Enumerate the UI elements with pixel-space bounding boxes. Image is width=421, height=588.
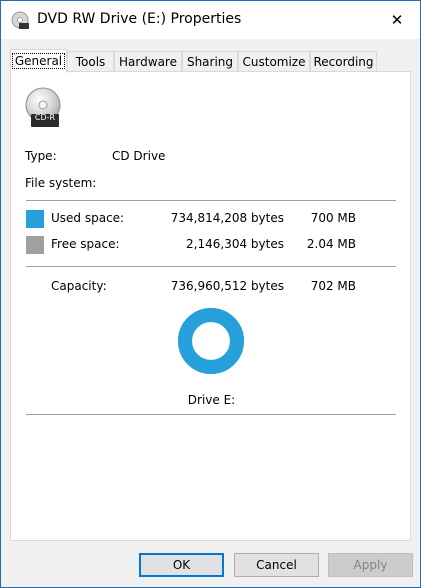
free-space-bytes: 2,146,304 bytes: [186, 237, 284, 251]
used-space-label: Used space:: [51, 211, 125, 225]
tab-customize[interactable]: Customize: [238, 51, 310, 71]
used-space-swatch: [26, 210, 44, 228]
apply-button[interactable]: Apply: [328, 553, 413, 577]
cancel-button[interactable]: Cancel: [234, 553, 319, 577]
close-icon: ✕: [390, 11, 404, 29]
properties-window: DVD RW Drive (E:) Properties ✕ General T…: [0, 0, 421, 588]
disc-drive-icon: [11, 11, 29, 29]
used-space-bytes: 734,814,208 bytes: [170, 211, 284, 225]
cd-drive-icon: [25, 87, 61, 127]
tab-sharing[interactable]: Sharing: [182, 51, 238, 71]
disc-label: CD-R: [34, 113, 56, 122]
tab-hardware[interactable]: Hardware: [114, 51, 182, 71]
capacity-label: Capacity:: [51, 279, 107, 293]
capacity-size: 702 MB: [310, 279, 356, 293]
usage-ring-chart: [178, 308, 244, 374]
close-button[interactable]: ✕: [374, 1, 420, 39]
divider: [26, 266, 396, 267]
divider: [26, 414, 396, 415]
ok-button[interactable]: OK: [139, 553, 224, 577]
used-space-arc: [178, 308, 244, 374]
divider: [26, 200, 396, 201]
free-space-size: 2.04 MB: [306, 237, 356, 251]
filesystem-label: File system:: [25, 176, 97, 190]
capacity-bytes: 736,960,512 bytes: [170, 279, 284, 293]
general-panel: CD-R Type: CD Drive File system: Used sp…: [10, 71, 411, 541]
tab-recording[interactable]: Recording: [310, 51, 377, 71]
type-value: CD Drive: [112, 149, 166, 163]
window-title: DVD RW Drive (E:) Properties: [37, 11, 242, 27]
free-space-label: Free space:: [51, 237, 120, 251]
tab-general[interactable]: General: [10, 49, 67, 73]
title-bar: DVD RW Drive (E:) Properties ✕: [1, 1, 420, 39]
drive-label: Drive E:: [187, 393, 236, 407]
type-label: Type:: [25, 149, 57, 163]
free-space-swatch: [26, 236, 44, 254]
tab-tools[interactable]: Tools: [67, 51, 114, 71]
used-space-size: 700 MB: [310, 211, 356, 225]
